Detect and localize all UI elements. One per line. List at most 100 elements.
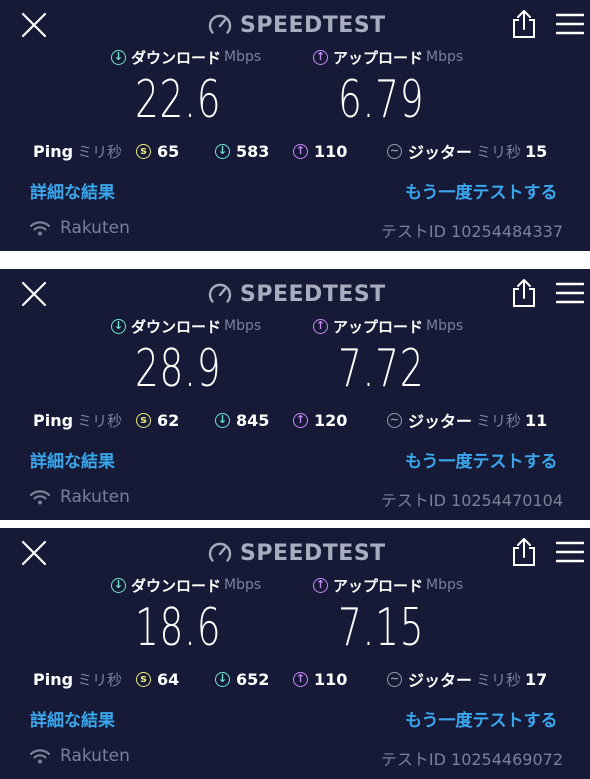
ping-upload-value: 110 bbox=[314, 669, 348, 689]
download-unit: Mbps bbox=[224, 49, 262, 65]
ping-upload: ↑ 110 bbox=[293, 140, 347, 162]
ping-idle-value: 64 bbox=[157, 669, 180, 689]
app-title: SPEEDTEST bbox=[207, 10, 386, 40]
app-title-text: SPEEDTEST bbox=[240, 540, 386, 566]
share-icon[interactable] bbox=[510, 537, 538, 567]
wifi-icon bbox=[30, 221, 50, 236]
share-icon[interactable] bbox=[510, 9, 538, 39]
speedtest-result-panel: SPEEDTEST ↓ ダウンロード Mbps ↑ アップロード Mbps 28… bbox=[0, 269, 590, 520]
ping-download-value: 652 bbox=[236, 669, 270, 689]
jitter-label: ジッター bbox=[408, 412, 473, 431]
jitter: ~ ジッター ミリ秒 17 bbox=[387, 668, 547, 690]
app-title: SPEEDTEST bbox=[207, 538, 386, 568]
detailed-results-link[interactable]: 詳細な結果 bbox=[30, 447, 115, 472]
jitter-icon: ~ bbox=[387, 671, 402, 687]
jitter-unit: ミリ秒 bbox=[476, 411, 522, 430]
jitter-value: 11 bbox=[525, 410, 548, 430]
isp-name: Rakuten bbox=[60, 487, 130, 507]
test-again-link[interactable]: もう一度テストする bbox=[405, 706, 558, 731]
download-arrow-icon: ↓ bbox=[111, 49, 126, 65]
isp-name: Rakuten bbox=[60, 746, 130, 766]
ping-upload-value: 120 bbox=[314, 410, 348, 430]
detailed-results-link[interactable]: 詳細な結果 bbox=[30, 178, 115, 203]
test-id: テストID 10254470104 bbox=[380, 491, 563, 510]
upload-speed: 7.15 bbox=[338, 598, 425, 658]
app-title-text: SPEEDTEST bbox=[240, 12, 386, 38]
test-id: テストID 10254484337 bbox=[380, 222, 563, 241]
menu-icon[interactable] bbox=[556, 13, 584, 35]
upload-speed: 7.72 bbox=[338, 339, 425, 399]
ping-upload: ↑ 120 bbox=[293, 409, 347, 431]
close-icon[interactable] bbox=[20, 280, 48, 308]
ping-label: Ping ミリ秒 bbox=[33, 140, 122, 162]
download-label: ダウンロード bbox=[131, 317, 222, 336]
upload-unit: Mbps bbox=[426, 49, 464, 65]
upload-arrow-icon: ↑ bbox=[313, 318, 328, 334]
upload-label: アップロード bbox=[333, 48, 424, 67]
ping-idle: s 62 bbox=[136, 409, 179, 431]
test-again-link[interactable]: もう一度テストする bbox=[405, 447, 558, 472]
upload-arrow-icon: ↑ bbox=[293, 412, 308, 428]
ping-upload: ↑ 110 bbox=[293, 668, 347, 690]
jitter-value: 15 bbox=[525, 141, 548, 161]
ping-download-value: 845 bbox=[236, 410, 270, 430]
jitter: ~ ジッター ミリ秒 11 bbox=[387, 409, 547, 431]
upload-header: ↑ アップロード Mbps bbox=[313, 315, 463, 337]
download-arrow-icon: ↓ bbox=[215, 143, 230, 159]
upload-unit: Mbps bbox=[426, 318, 464, 334]
ping-label-text: Ping bbox=[33, 669, 74, 689]
gauge-icon bbox=[208, 283, 232, 303]
download-arrow-icon: ↓ bbox=[111, 318, 126, 334]
ping-unit: ミリ秒 bbox=[77, 670, 123, 689]
download-label: ダウンロード bbox=[131, 48, 222, 67]
ping-label-text: Ping bbox=[33, 410, 74, 430]
upload-arrow-icon: ↑ bbox=[313, 577, 328, 593]
menu-icon[interactable] bbox=[556, 541, 584, 563]
upload-arrow-icon: ↑ bbox=[293, 143, 308, 159]
download-speed: 18.6 bbox=[135, 598, 222, 658]
download-header: ↓ ダウンロード Mbps bbox=[111, 315, 261, 337]
share-icon[interactable] bbox=[510, 278, 538, 308]
detailed-results-link[interactable]: 詳細な結果 bbox=[30, 706, 115, 731]
idle-latency-icon: s bbox=[136, 412, 151, 428]
gauge-icon bbox=[208, 14, 232, 34]
upload-arrow-icon: ↑ bbox=[313, 49, 328, 65]
gauge-icon bbox=[208, 542, 232, 562]
close-icon[interactable] bbox=[20, 539, 48, 567]
download-speed: 28.9 bbox=[135, 339, 222, 399]
upload-label: アップロード bbox=[333, 317, 424, 336]
download-unit: Mbps bbox=[224, 318, 262, 334]
ping-label-text: Ping bbox=[33, 141, 74, 161]
upload-label: アップロード bbox=[333, 576, 424, 595]
download-header: ↓ ダウンロード Mbps bbox=[111, 46, 261, 68]
download-arrow-icon: ↓ bbox=[215, 412, 230, 428]
upload-speed: 6.79 bbox=[338, 70, 425, 130]
upload-header: ↑ アップロード Mbps bbox=[313, 574, 463, 596]
close-icon[interactable] bbox=[20, 11, 48, 39]
ping-idle-value: 65 bbox=[157, 141, 180, 161]
wifi-icon bbox=[30, 490, 50, 505]
speedtest-result-panel: SPEEDTEST ↓ ダウンロード Mbps ↑ アップロード Mbps 18… bbox=[0, 528, 590, 779]
upload-header: ↑ アップロード Mbps bbox=[313, 46, 463, 68]
ping-idle: s 65 bbox=[136, 140, 179, 162]
isp-name: Rakuten bbox=[60, 218, 130, 238]
ping-label: Ping ミリ秒 bbox=[33, 409, 122, 431]
upload-arrow-icon: ↑ bbox=[293, 671, 308, 687]
ping-download: ↓ 845 bbox=[215, 409, 269, 431]
test-again-link[interactable]: もう一度テストする bbox=[405, 178, 558, 203]
download-unit: Mbps bbox=[224, 577, 262, 593]
jitter: ~ ジッター ミリ秒 15 bbox=[387, 140, 547, 162]
download-arrow-icon: ↓ bbox=[215, 671, 230, 687]
download-label: ダウンロード bbox=[131, 576, 222, 595]
ping-download: ↓ 583 bbox=[215, 140, 269, 162]
menu-icon[interactable] bbox=[556, 282, 584, 304]
ping-unit: ミリ秒 bbox=[77, 411, 123, 430]
download-speed: 22.6 bbox=[135, 70, 222, 130]
app-title-text: SPEEDTEST bbox=[240, 281, 386, 307]
upload-unit: Mbps bbox=[426, 577, 464, 593]
ping-unit: ミリ秒 bbox=[77, 142, 123, 161]
ping-idle: s 64 bbox=[136, 668, 179, 690]
speedtest-result-panel: SPEEDTEST ↓ ダウンロード Mbps ↑ アップロード Mbps 22… bbox=[0, 0, 590, 251]
idle-latency-icon: s bbox=[136, 671, 151, 687]
idle-latency-icon: s bbox=[136, 143, 151, 159]
